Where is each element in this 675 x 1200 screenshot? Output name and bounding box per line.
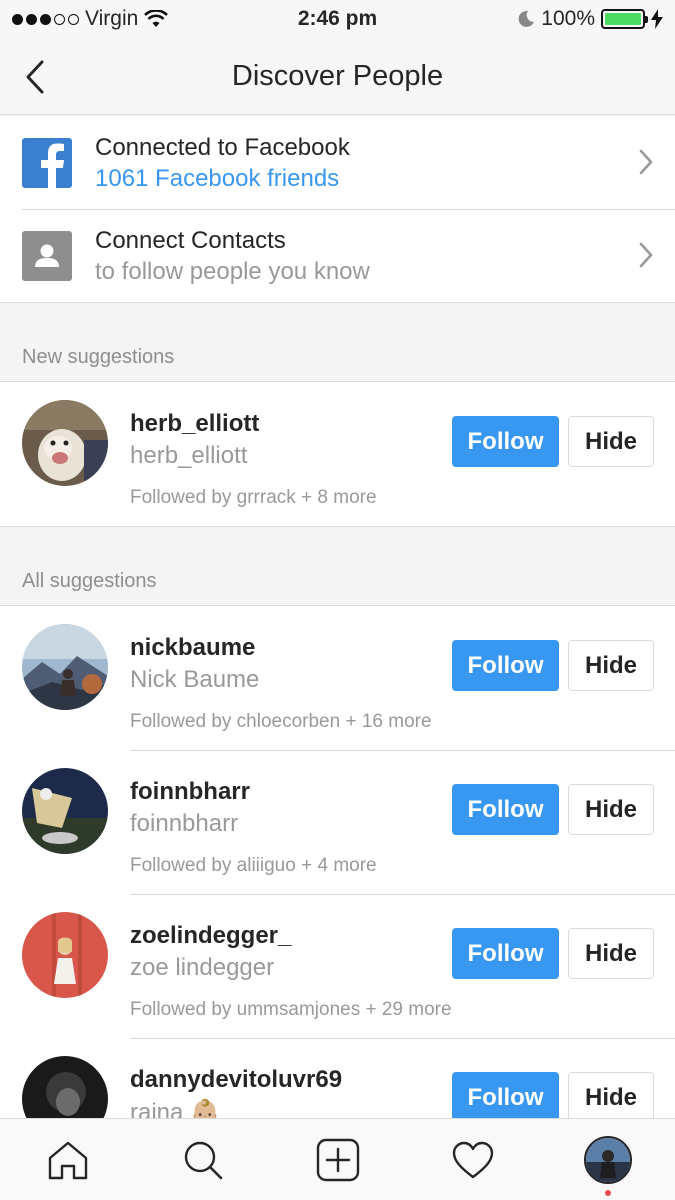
tab-search[interactable]: [173, 1130, 233, 1190]
home-icon: [48, 1141, 87, 1179]
new-suggestions-header: New suggestions: [22, 346, 175, 368]
full-name: foinnbharr: [130, 810, 239, 837]
status-time: 2:46 pm: [297, 7, 378, 30]
battery-percent: 100%: [541, 7, 595, 30]
followed-by: Followed by chloecorben + 16 more: [130, 711, 432, 732]
username[interactable]: zoelindegger_: [130, 922, 291, 950]
contacts-subtitle: to follow people you know: [95, 257, 370, 285]
search-icon: [184, 1141, 222, 1179]
facebook-title: Connected to Facebook: [95, 133, 350, 161]
followed-by: Followed by ummsamjones + 29 more: [130, 999, 452, 1020]
tab-bar: [0, 1118, 675, 1200]
tab-profile[interactable]: [578, 1130, 638, 1196]
suggestion-row: nickbaume Nick Baume Followed by chloeco…: [0, 606, 675, 750]
hide-button[interactable]: Hide: [568, 416, 654, 467]
suggestion-row: foinnbharr foinnbharr Followed by aliiig…: [0, 750, 675, 894]
contact-icon: [22, 230, 72, 281]
facebook-icon: [22, 137, 72, 188]
chevron-right-icon: [639, 242, 653, 268]
username[interactable]: herb_elliott: [130, 410, 259, 438]
username[interactable]: dannydevitoluvr69: [130, 1066, 342, 1094]
connect-section: Connected to Facebook 1061 Facebook frie…: [0, 116, 675, 303]
avatar[interactable]: [22, 624, 108, 710]
follow-button[interactable]: Follow: [452, 640, 559, 691]
follow-button[interactable]: Follow: [452, 928, 559, 979]
status-bar: Virgin 2:46 pm 100%: [0, 0, 675, 38]
follow-button[interactable]: Follow: [452, 1072, 559, 1123]
avatar[interactable]: [22, 400, 108, 486]
moon-icon: [518, 10, 535, 27]
wifi-icon: [144, 10, 169, 27]
carrier-name: Virgin: [85, 7, 139, 30]
all-suggestions-header: All suggestions: [22, 570, 157, 592]
all-suggestions-list: nickbaume Nick Baume Followed by chloeco…: [0, 605, 675, 1183]
followed-by: Followed by aliiiguo + 4 more: [130, 855, 377, 876]
facebook-friends-count: 1061 Facebook friends: [95, 164, 340, 192]
tab-home[interactable]: [38, 1130, 98, 1190]
suggestion-row: zoelindegger_ zoe lindegger Followed by …: [0, 894, 675, 1038]
hide-button[interactable]: Hide: [568, 784, 654, 835]
suggestion-row: herb_elliott herb_elliott Followed by gr…: [0, 382, 675, 526]
username[interactable]: nickbaume: [130, 634, 255, 662]
full-name: Nick Baume: [130, 666, 260, 693]
full-name: zoe lindegger: [130, 954, 275, 981]
chevron-right-icon: [639, 149, 653, 175]
contacts-connect-row[interactable]: Connect Contacts to follow people you kn…: [0, 209, 675, 302]
battery-icon: [601, 9, 648, 29]
hide-button[interactable]: Hide: [568, 928, 654, 979]
new-suggestions-list: herb_elliott herb_elliott Followed by gr…: [0, 381, 675, 527]
username[interactable]: foinnbharr: [130, 778, 250, 806]
full-name: herb_elliott: [130, 442, 248, 469]
page-title: Discover People: [231, 59, 444, 92]
tab-add-post[interactable]: [308, 1130, 368, 1190]
follow-button[interactable]: Follow: [452, 416, 559, 467]
signal-dots-icon: [12, 13, 79, 25]
back-chevron-icon[interactable]: [20, 58, 54, 96]
followed-by: Followed by grrrack + 8 more: [130, 487, 377, 508]
avatar[interactable]: [22, 768, 108, 854]
add-post-icon: [316, 1138, 359, 1181]
tab-activity[interactable]: [443, 1130, 503, 1190]
facebook-connect-row[interactable]: Connected to Facebook 1061 Facebook frie…: [0, 116, 675, 209]
charging-bolt-icon: [651, 9, 663, 29]
avatar[interactable]: [22, 912, 108, 998]
profile-avatar: [583, 1135, 632, 1184]
hide-button[interactable]: Hide: [568, 1072, 654, 1123]
hide-button[interactable]: Hide: [568, 640, 654, 691]
follow-button[interactable]: Follow: [452, 784, 559, 835]
nav-bar: Discover People: [0, 38, 675, 115]
heart-icon: [452, 1141, 493, 1178]
notification-dot: [604, 1189, 611, 1196]
contacts-title: Connect Contacts: [95, 226, 286, 254]
